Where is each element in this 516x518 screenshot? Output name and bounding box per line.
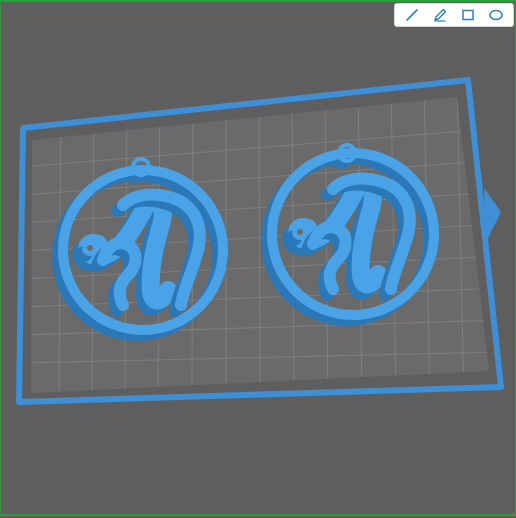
- annotation-toolbar: [395, 4, 513, 26]
- build-plate-scene[interactable]: [1, 2, 516, 518]
- build-plate-right-rim: [484, 188, 501, 242]
- pen-icon: [434, 8, 447, 22]
- pen-tool-button[interactable]: [429, 5, 451, 25]
- line-tool-button[interactable]: [401, 5, 423, 25]
- ellipse-icon: [489, 9, 503, 21]
- rectangle-tool-button[interactable]: [457, 5, 479, 25]
- rectangle-icon: [462, 9, 474, 21]
- 3d-viewport[interactable]: [0, 0, 516, 516]
- ellipse-tool-button[interactable]: [485, 5, 507, 25]
- line-icon: [406, 9, 418, 21]
